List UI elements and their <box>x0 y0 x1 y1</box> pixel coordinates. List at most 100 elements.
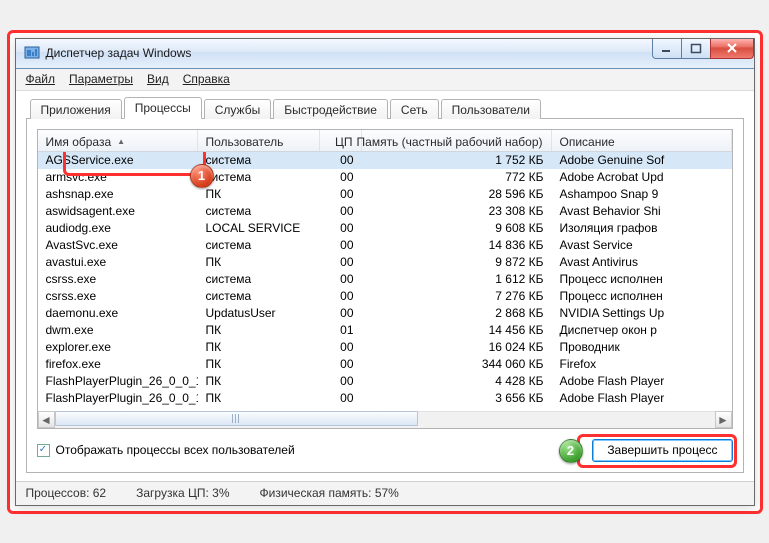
cell-user: система <box>198 170 320 184</box>
table-row[interactable]: dwm.exeПК0114 456 КБДиспетчер окон р <box>38 322 732 339</box>
menubar: Файл Параметры Вид Справка <box>16 69 754 91</box>
end-process-button[interactable]: Завершить процесс <box>592 439 732 462</box>
cell-user: ПК <box>198 340 320 354</box>
table-row[interactable]: firefox.exeПК00344 060 КБFirefox <box>38 356 732 373</box>
cell-user: ПК <box>198 187 320 201</box>
minimize-button[interactable] <box>652 39 682 59</box>
cell-name: explorer.exe <box>38 340 198 354</box>
col-desc[interactable]: Описание <box>552 130 732 151</box>
cell-user: ПК <box>198 323 320 337</box>
cell-mem: 16 024 КБ <box>362 340 552 354</box>
maximize-button[interactable] <box>681 39 711 59</box>
tab-applications[interactable]: Приложения <box>30 99 122 119</box>
status-processes: Процессов: 62 <box>26 486 107 500</box>
table-body[interactable]: 1 AGSService.exeсистема001 752 КБAdobe G… <box>38 152 732 411</box>
cell-cpu: 00 <box>320 238 362 252</box>
cell-cpu: 00 <box>320 272 362 286</box>
col-cpu[interactable]: ЦП <box>320 130 362 151</box>
status-memory: Физическая память: 57% <box>260 486 399 500</box>
scroll-right-icon[interactable]: ► <box>715 411 732 428</box>
cell-user: UpdatusUser <box>198 306 320 320</box>
horizontal-scrollbar[interactable]: ◄ ► <box>38 411 732 428</box>
cell-user: ПК <box>198 357 320 371</box>
cell-mem: 14 836 КБ <box>362 238 552 252</box>
cell-cpu: 00 <box>320 170 362 184</box>
titlebar[interactable]: Диспетчер задач Windows <box>16 39 754 69</box>
statusbar: Процессов: 62 Загрузка ЦП: 3% Физическая… <box>16 481 754 505</box>
table-row[interactable]: armsvc.exeсистема00772 КБAdobe Acrobat U… <box>38 169 732 186</box>
menu-help[interactable]: Справка <box>183 72 230 86</box>
cell-user: система <box>198 289 320 303</box>
table-row[interactable]: audiodg.exeLOCAL SERVICE009 608 КБИзоляц… <box>38 220 732 237</box>
cell-desc: Проводник <box>552 340 732 354</box>
cell-desc: Avast Antivirus <box>552 255 732 269</box>
cell-mem: 14 456 КБ <box>362 323 552 337</box>
cell-cpu: 00 <box>320 153 362 167</box>
table-row[interactable]: FlashPlayerPlugin_26_0_0_1...ПК003 656 К… <box>38 390 732 407</box>
cell-mem: 1 612 КБ <box>362 272 552 286</box>
cell-mem: 23 308 КБ <box>362 204 552 218</box>
cell-mem: 772 КБ <box>362 170 552 184</box>
cell-name: AvastSvc.exe <box>38 238 198 252</box>
tab-processes[interactable]: Процессы <box>124 97 202 119</box>
cell-desc: Adobe Acrobat Upd <box>552 170 732 184</box>
table-row[interactable]: explorer.exeПК0016 024 КБПроводник <box>38 339 732 356</box>
menu-options[interactable]: Параметры <box>69 72 133 86</box>
cell-name: csrss.exe <box>38 289 198 303</box>
col-user[interactable]: Пользователь <box>198 130 320 151</box>
cell-cpu: 00 <box>320 255 362 269</box>
menu-file[interactable]: Файл <box>26 72 56 86</box>
table-row[interactable]: FlashPlayerPlugin_26_0_0_1...ПК004 428 К… <box>38 373 732 390</box>
cell-desc: Adobe Flash Player <box>552 374 732 388</box>
cell-cpu: 00 <box>320 357 362 371</box>
table-row[interactable]: ashsnap.exeПК0028 596 КБAshampoo Snap 9 <box>38 186 732 203</box>
cell-name: avastui.exe <box>38 255 198 269</box>
tab-network[interactable]: Сеть <box>390 99 439 119</box>
cell-user: система <box>198 153 320 167</box>
scroll-track[interactable] <box>55 411 715 428</box>
cell-name: audiodg.exe <box>38 221 198 235</box>
cell-desc: Firefox <box>552 357 732 371</box>
cell-cpu: 00 <box>320 289 362 303</box>
cell-name: AGSService.exe <box>38 153 198 167</box>
scroll-thumb[interactable] <box>55 411 418 426</box>
table-row[interactable]: AvastSvc.exeсистема0014 836 КБAvast Serv… <box>38 237 732 254</box>
cell-user: система <box>198 272 320 286</box>
cell-name: daemonu.exe <box>38 306 198 320</box>
table-row[interactable]: aswidsagent.exeсистема0023 308 КБAvast B… <box>38 203 732 220</box>
checkbox-icon: ✓ <box>37 444 50 457</box>
cell-desc: Диспетчер окон р <box>552 323 732 337</box>
table-row[interactable]: csrss.exeсистема001 612 КБПроцесс исполн… <box>38 271 732 288</box>
task-manager-window: Диспетчер задач Windows Файл Параметры В… <box>15 38 755 506</box>
show-all-users-checkbox[interactable]: ✓ Отображать процессы всех пользователей <box>37 443 295 457</box>
cell-mem: 3 656 КБ <box>362 391 552 405</box>
cell-user: система <box>198 204 320 218</box>
menu-view[interactable]: Вид <box>147 72 169 86</box>
table-row[interactable]: daemonu.exeUpdatusUser002 868 КБNVIDIA S… <box>38 305 732 322</box>
app-icon <box>24 45 40 61</box>
col-name[interactable]: Имя образа▲ <box>38 130 198 151</box>
col-mem[interactable]: Память (частный рабочий набор) <box>362 130 552 151</box>
cell-name: FlashPlayerPlugin_26_0_0_1... <box>38 374 198 388</box>
scroll-left-icon[interactable]: ◄ <box>38 411 55 428</box>
close-button[interactable] <box>710 39 754 59</box>
cell-cpu: 00 <box>320 374 362 388</box>
table-row[interactable]: csrss.exeсистема007 276 КБПроцесс исполн… <box>38 288 732 305</box>
tab-performance[interactable]: Быстродействие <box>273 99 388 119</box>
checkbox-label: Отображать процессы всех пользователей <box>56 443 295 457</box>
cell-mem: 4 428 КБ <box>362 374 552 388</box>
tab-users[interactable]: Пользователи <box>441 99 541 119</box>
cell-user: ПК <box>198 255 320 269</box>
table-row[interactable]: avastui.exeПК009 872 КБAvast Antivirus <box>38 254 732 271</box>
cell-name: dwm.exe <box>38 323 198 337</box>
cell-cpu: 00 <box>320 340 362 354</box>
tabstrip: Приложения Процессы Службы Быстродействи… <box>26 97 744 119</box>
table-row[interactable]: AGSService.exeсистема001 752 КБAdobe Gen… <box>38 152 732 169</box>
cell-name: armsvc.exe <box>38 170 198 184</box>
window-controls <box>653 39 754 59</box>
cell-cpu: 01 <box>320 323 362 337</box>
cell-name: ashsnap.exe <box>38 187 198 201</box>
tab-services[interactable]: Службы <box>204 99 271 119</box>
cell-desc: Avast Service <box>552 238 732 252</box>
cell-mem: 344 060 КБ <box>362 357 552 371</box>
